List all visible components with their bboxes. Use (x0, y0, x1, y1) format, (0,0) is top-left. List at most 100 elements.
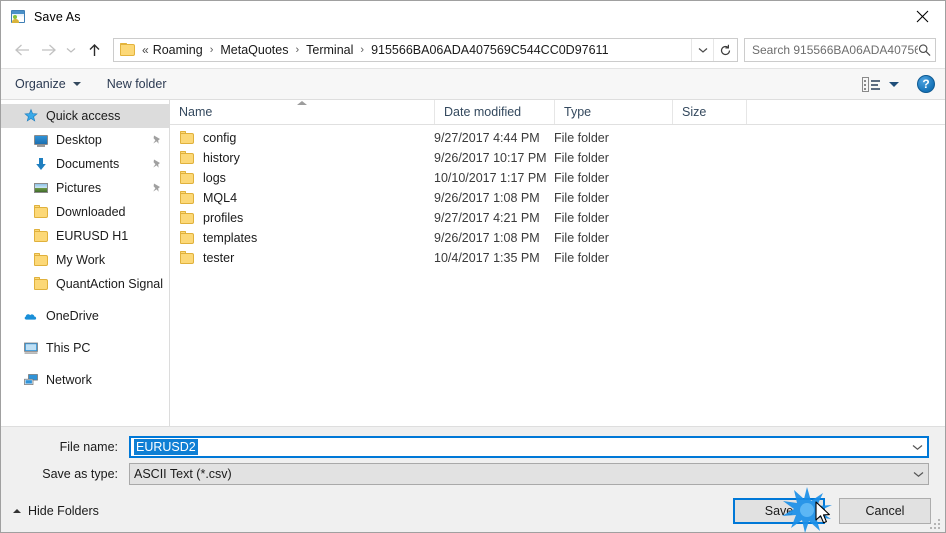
file-name-row: File name: EURUSD2 (17, 436, 929, 458)
table-row[interactable]: history 9/26/2017 10:17 PM File folder (170, 148, 945, 168)
breadcrumb-separator[interactable]: › (355, 44, 369, 56)
chevron-down-icon (912, 444, 922, 450)
folder-icon (33, 228, 49, 244)
view-mode-dropdown-icon[interactable] (889, 81, 899, 87)
sidebar-item-network[interactable]: Network (1, 368, 169, 392)
pin-icon[interactable] (151, 158, 163, 170)
close-button[interactable] (899, 1, 945, 32)
sidebar-item-onedrive[interactable]: OneDrive (1, 304, 169, 328)
sidebar-item-documents[interactable]: Documents (1, 152, 169, 176)
sidebar-item-quick-access[interactable]: Quick access (1, 104, 169, 128)
column-header-type[interactable]: Type (554, 100, 672, 124)
cell-date-modified: 9/27/2017 4:21 PM (434, 211, 540, 225)
sidebar-item-label: Quick access (46, 109, 121, 123)
breadcrumb-separator[interactable]: › (290, 44, 304, 56)
hide-folders-button[interactable]: Hide Folders (13, 504, 99, 518)
sidebar-item-label: This PC (46, 341, 91, 355)
address-bar[interactable]: « Roaming › MetaQuotes › Terminal › 9155… (113, 38, 738, 62)
file-name: MQL4 (203, 191, 238, 205)
breadcrumb: « Roaming › MetaQuotes › Terminal › 9155… (140, 43, 691, 57)
save-as-type-dropdown-button[interactable] (908, 471, 928, 478)
dialog-footer: Hide Folders Save Cancel (1, 489, 945, 532)
this-pc-icon (23, 340, 39, 356)
table-row[interactable]: config 9/27/2017 4:44 PM File folder (170, 128, 945, 148)
cell-date-modified: 9/26/2017 10:17 PM (434, 151, 547, 165)
save-button[interactable]: Save (733, 497, 825, 524)
refresh-button[interactable] (713, 39, 737, 61)
chevron-down-icon (698, 47, 707, 53)
chevron-up-icon (13, 508, 21, 513)
column-header-size[interactable]: Size (672, 100, 746, 124)
table-row[interactable]: profiles 9/27/2017 4:21 PM File folder (170, 208, 945, 228)
organize-label: Organize (15, 77, 66, 91)
sidebar-item-label: QuantAction Signal (56, 277, 163, 291)
breadcrumb-item-roaming[interactable]: Roaming (151, 43, 205, 57)
pin-icon[interactable] (151, 134, 163, 146)
help-icon[interactable]: ? (917, 75, 935, 93)
column-headers: Name Date modified Type Size (170, 100, 945, 125)
chevron-down-icon (72, 82, 81, 86)
breadcrumb-separator[interactable]: › (205, 44, 219, 56)
column-header-label: Type (564, 105, 592, 119)
cell-type: File folder (554, 231, 609, 245)
breadcrumb-item-terminal-id[interactable]: 915566BA06ADA407569C544CC0D97611 (369, 43, 610, 57)
file-name: logs (203, 171, 226, 185)
folder-icon (120, 43, 136, 57)
file-name: config (203, 131, 237, 145)
save-as-type-select[interactable]: ASCII Text (*.csv) (129, 463, 929, 485)
search-box[interactable]: Search 915566BA06ADA40756... (744, 38, 936, 62)
sidebar-item-label: OneDrive (46, 309, 99, 323)
cell-name: config (170, 130, 434, 146)
sidebar-item-pictures[interactable]: Pictures (1, 176, 169, 200)
view-mode-icon[interactable] (862, 76, 880, 92)
forward-button[interactable] (35, 37, 61, 63)
cell-name: tester (170, 250, 434, 266)
sidebar-item-label: Downloaded (56, 205, 126, 219)
sidebar-item-quantaction-signal[interactable]: QuantAction Signal (1, 272, 169, 296)
file-name-value[interactable]: EURUSD2 (134, 439, 198, 455)
address-dropdown-button[interactable] (691, 39, 713, 61)
arrow-left-icon (14, 44, 29, 56)
new-folder-button[interactable]: New folder (107, 77, 167, 91)
table-row[interactable]: tester 10/4/2017 1:35 PM File folder (170, 248, 945, 268)
column-header-date-modified[interactable]: Date modified (434, 100, 554, 124)
recent-locations-button[interactable] (61, 37, 81, 63)
breadcrumb-item-metaquotes[interactable]: MetaQuotes (218, 43, 290, 57)
sidebar-item-desktop[interactable]: Desktop (1, 128, 169, 152)
search-input[interactable]: Search 915566BA06ADA40756... (752, 43, 918, 57)
pin-icon[interactable] (151, 182, 163, 194)
network-icon (23, 372, 39, 388)
breadcrumb-overflow[interactable]: « (140, 43, 151, 57)
back-button[interactable] (9, 37, 35, 63)
onedrive-cloud-icon (23, 308, 39, 324)
pictures-icon (33, 180, 49, 196)
table-row[interactable]: logs 10/10/2017 1:17 PM File folder (170, 168, 945, 188)
sidebar-item-label: My Work (56, 253, 106, 267)
sidebar-item-label: Network (46, 373, 92, 387)
breadcrumb-item-terminal[interactable]: Terminal (304, 43, 355, 57)
cell-name: MQL4 (170, 190, 434, 206)
sidebar-item-label: Desktop (56, 133, 102, 147)
table-row[interactable]: templates 9/26/2017 1:08 PM File folder (170, 228, 945, 248)
sidebar-item-this-pc[interactable]: This PC (1, 336, 169, 360)
sidebar-item-my-work[interactable]: My Work (1, 248, 169, 272)
file-name-dropdown-button[interactable] (907, 444, 927, 451)
table-row[interactable]: MQL4 9/26/2017 1:08 PM File folder (170, 188, 945, 208)
cell-type: File folder (554, 171, 609, 185)
window-title: Save As (34, 9, 81, 24)
resize-grip-icon[interactable] (930, 517, 942, 529)
sidebar-item-downloaded[interactable]: Downloaded (1, 200, 169, 224)
up-button[interactable] (81, 37, 107, 63)
organize-button[interactable]: Organize (15, 77, 81, 91)
sidebar-item-eurusd-h1[interactable]: EURUSD H1 (1, 224, 169, 248)
folder-icon (179, 230, 195, 246)
save-as-app-icon (10, 9, 26, 25)
file-name-input[interactable]: EURUSD2 (129, 436, 929, 458)
sort-ascending-icon (297, 101, 307, 105)
column-header-name[interactable]: Name (170, 100, 434, 124)
cancel-button[interactable]: Cancel (839, 497, 931, 524)
new-folder-label: New folder (106, 77, 167, 91)
refresh-icon (720, 44, 731, 55)
